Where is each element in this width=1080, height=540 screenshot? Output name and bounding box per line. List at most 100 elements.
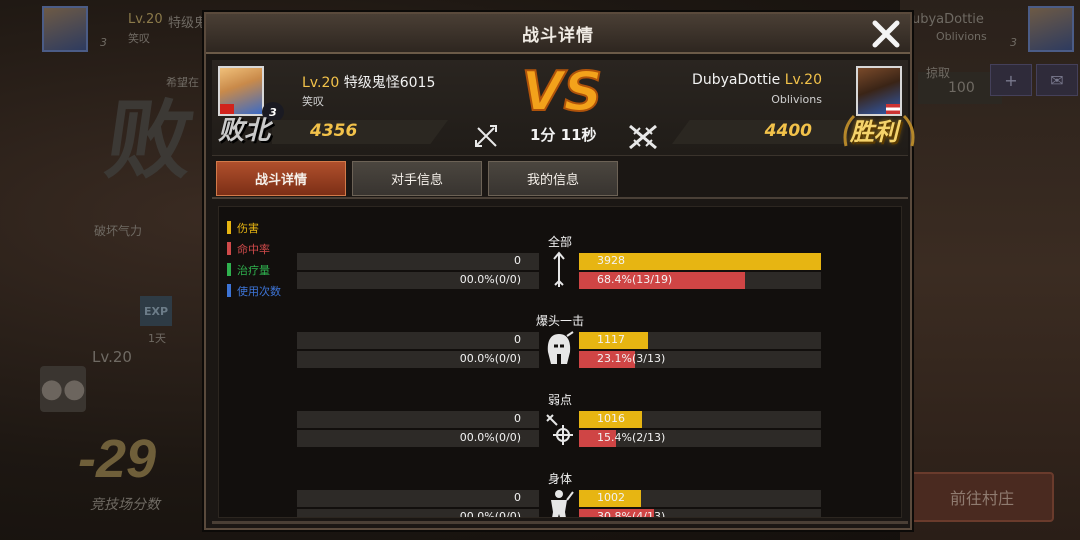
right-accuracy-bar: 23.1%(3/13) [579,351,821,368]
mail-icon[interactable]: ✉ [1036,64,1078,96]
left-player-guild: 笑叹 [302,95,324,108]
right-accuracy-bar: 30.8%(4/13) [579,509,821,518]
right-player-name-text: DubyaDottie [692,72,781,88]
right-player-guild: Oblivions [771,93,822,106]
right-damage-value: 1016 [597,412,625,425]
crossed-blades-icon [629,124,657,150]
legend-label: 治疗量 [237,263,270,277]
versus-header: 3 Lv.20 特级鬼怪6015 笑叹 4356 败北 VS 1分 11秒 Du… [212,59,915,156]
section-title: 身体 [547,472,572,486]
bg-score-change: -29 [78,429,157,489]
battle-stats-panel: 伤害 命中率 治疗量 使用次数 全部 0 00.0%(0/0) 3928 68.… [218,206,902,518]
bg-exp-days: 1天 [148,332,166,345]
bg-level: Lv.20 [92,348,132,366]
right-damage-value: 1117 [597,333,625,346]
dialog-footer-line [212,521,908,524]
victory-emblem: 胜利 [840,108,918,154]
left-player-avatar[interactable] [218,66,264,116]
left-accuracy-bar: 00.0%(0/0) [297,509,539,518]
legend-item-damage: 伤害 [227,217,281,238]
right-player-name: DubyaDottie Lv.20 [692,72,822,88]
tab-my-info[interactable]: 我的信息 [488,161,618,196]
left-accuracy-value: 00.0%(0/0) [459,431,521,444]
left-accuracy-bar: 00.0%(0/0) [297,272,539,289]
left-player-name: Lv.20 特级鬼怪6015 [302,72,435,92]
legend-swatch [227,242,231,255]
right-player-level: Lv.20 [784,72,822,88]
dialog-titlebar: 战斗详情 [206,14,910,54]
exp-icon: EXP [140,296,172,326]
right-damage-value: 3928 [597,254,625,267]
battle-detail-dialog: 战斗详情 3 Lv.20 特级鬼怪6015 笑叹 4356 败北 VS 1分 1… [204,12,915,530]
right-score-bar [672,120,848,144]
legend-swatch [227,263,231,276]
left-damage-bar: 0 [297,490,539,507]
left-player-name-text: 特级鬼怪6015 [343,75,436,91]
left-damage-value: 0 [514,254,521,267]
left-accuracy-value: 00.0%(0/0) [459,273,521,286]
section-title: 弱点 [547,393,572,407]
bg-score-label: 竞技场分数 [90,497,160,513]
right-accuracy-bar: 15.4%(2/13) [579,430,821,447]
arrow-icon [553,251,565,287]
head-icon [547,331,574,364]
right-damage-bar: 1117 [579,332,821,349]
close-button[interactable] [866,16,906,52]
chat-icon[interactable]: ●● [40,366,86,412]
left-player-score: 4356 [310,121,358,141]
right-damage-bar: 1002 [579,490,821,507]
left-score-bar [272,120,448,144]
left-damage-value: 0 [514,491,521,504]
stats-legend: 伤害 命中率 治疗量 使用次数 [227,217,281,301]
bg-left-guild: 笑叹 [128,32,150,45]
bg-right-name: ubyaDottie [912,12,984,27]
tab-opponent-info[interactable]: 对手信息 [352,161,482,196]
bg-hope-text: 希望在 [166,76,199,89]
section-title: 全部 [547,235,572,249]
tab-bar: 战斗详情 对手信息 我的信息 [216,161,618,197]
right-accuracy-bar: 68.4%(13/19) [579,272,821,289]
left-accuracy-value: 00.0%(0/0) [459,510,521,518]
right-damage-bar: 1016 [579,411,821,428]
dialog-title: 战斗详情 [522,25,594,46]
legend-label: 命中率 [237,242,270,256]
crossed-arrows-icon [475,125,497,147]
bg-right-avatar [1028,6,1074,52]
legend-label: 伤害 [237,221,259,235]
right-accuracy-value: 68.4%(13/19) [597,273,673,286]
left-damage-bar: 0 [297,332,539,349]
legend-swatch [227,221,231,234]
right-accuracy-value: 30.8%(4/13) [597,510,666,518]
weakpoint-icon [546,414,573,445]
bg-left-avatar [42,6,88,52]
left-damage-value: 0 [514,412,521,425]
bg-left-rank: 3 [100,36,107,49]
bg-plunder-value: 100 [948,80,975,96]
add-friend-icon[interactable]: + [990,64,1032,96]
right-player-score: 4400 [764,121,812,141]
bg-break-label: 破坏气力 [94,224,143,238]
bg-right-guild: Oblivions [936,30,987,43]
bg-right-rank: 3 [1010,36,1017,49]
left-damage-bar: 0 [297,411,539,428]
bg-left-name: 特级鬼 [168,16,208,31]
go-village-button[interactable]: 前往村庄 [910,472,1054,522]
bg-plunder-label: 掠取 [926,66,951,80]
tab-battle-detail[interactable]: 战斗详情 [216,161,346,196]
left-player-level: Lv.20 [302,75,340,91]
section-title: 爆头一击 [535,314,584,328]
vs-text: VS [522,60,602,123]
left-accuracy-bar: 00.0%(0/0) [297,430,539,447]
body-icon [551,490,574,517]
right-accuracy-value: 15.4%(2/13) [597,431,666,444]
victory-label: 胜利 [850,117,898,146]
left-accuracy-bar: 00.0%(0/0) [297,351,539,368]
legend-item-healing: 治疗量 [227,259,281,280]
defeat-label: 败北 [218,116,271,146]
tab-divider [212,197,908,199]
legend-item-uses: 使用次数 [227,280,281,301]
legend-label: 使用次数 [237,284,281,298]
right-damage-bar: 3928 [579,253,821,270]
left-accuracy-value: 00.0%(0/0) [459,352,521,365]
battle-duration: 1分 11秒 [530,126,597,144]
